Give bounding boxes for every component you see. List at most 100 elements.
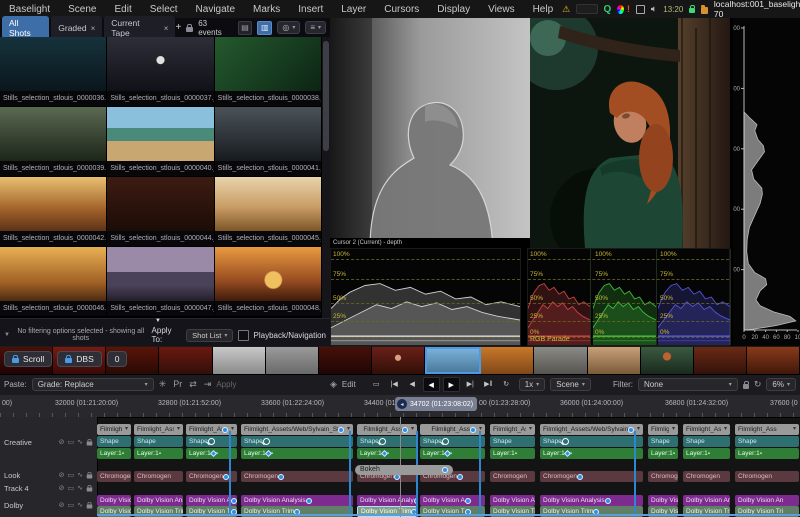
clip-filmlight[interactable]: Filmlight_Ass▾ [97, 424, 131, 435]
menubar-item-display[interactable]: Display [428, 4, 479, 15]
filmstrip-thumbnail[interactable] [587, 347, 641, 374]
chevron-down-icon[interactable]: ▾ [529, 424, 532, 435]
clip-filmlight[interactable]: Filmlight_Assets/Web/Sylvain_Still ▾ [540, 424, 643, 435]
clip-dolby-analysis[interactable]: Dolby Vision [648, 495, 678, 506]
gallery-thumbnail[interactable]: Stills_selection_stlouis_0000041.j [214, 107, 322, 177]
menubar-item-views[interactable]: Views [479, 4, 524, 15]
clip-filmlight[interactable]: Filmlight_▾ [648, 424, 678, 435]
chevron-down-icon[interactable]: ▾ [177, 424, 180, 435]
close-tab-icon[interactable]: × [91, 24, 96, 33]
filmstrip-thumbnail[interactable] [746, 347, 800, 374]
footer-expander-icon[interactable]: ▼ [155, 318, 161, 324]
clip-layer[interactable]: Layer:1▴ [134, 448, 183, 459]
goto-start-button[interactable]: |◀ [387, 377, 402, 390]
clip-shape[interactable]: Shape [683, 436, 730, 447]
gallery-scrollbar[interactable] [322, 37, 330, 318]
playhead-badge[interactable]: ◂ 34702 (01:23:08:02) [395, 397, 478, 411]
warning-icon[interactable]: ⚠ [562, 4, 570, 15]
gallery-thumbnail[interactable]: Stills_selection_stlouis_0000046.j [0, 247, 108, 317]
clip-filmlight[interactable]: Filmlight_Ass▾ [683, 424, 730, 435]
clip-shape[interactable]: Shape [97, 436, 131, 447]
gallery-thumbnail[interactable]: Stills_selection_stlouis_0000047.j [107, 247, 215, 317]
luma-waveform-scope[interactable]: 100% 75% 50% 25% [330, 248, 521, 346]
collapse-icon[interactable]: ▴ [122, 448, 125, 459]
clip-dolby-analysis[interactable]: Dolby Vision Analysis [241, 495, 353, 506]
grade-star-icon[interactable]: ✳ [159, 379, 167, 390]
reference-viewer[interactable] [514, 6, 730, 268]
clip-shape[interactable]: Shape [490, 436, 535, 447]
filmstrip-thumbnail[interactable] [212, 347, 266, 374]
chevron-down-icon[interactable]: ▾ [231, 424, 234, 435]
clip-dolby-analysis[interactable]: Dolby Vision Ana [134, 495, 183, 506]
gallery-lock-icon[interactable] [186, 23, 194, 32]
grade-mode-select[interactable]: Grade: Replace ▾ [31, 378, 154, 391]
gallery-thumbnail[interactable]: Stills_selection_stlouis_0000045.j [214, 177, 322, 247]
mark-icon[interactable]: ▭ [369, 377, 384, 390]
list-view-button[interactable]: ▤ [237, 20, 253, 35]
cursor-line[interactable] [479, 431, 481, 517]
menubar-item-insert[interactable]: Insert [289, 4, 332, 15]
clip-dolby-analysis[interactable]: Dolby Vision Analysis [540, 495, 643, 506]
gallery-options-dropdown[interactable]: ◎ ▾ [277, 21, 301, 34]
filter-select[interactable]: None ▾ [638, 378, 738, 391]
clip-layer[interactable]: Layer:1▴ [540, 448, 643, 459]
edit-cursor-icon[interactable]: ◈ [330, 379, 337, 390]
clip-shape[interactable]: Shape [241, 436, 353, 447]
collapse-icon[interactable]: ▴ [159, 448, 162, 459]
gallery-thumbnail[interactable]: Stills_selection_stlouis_0000039.j [0, 107, 108, 177]
filter-icon[interactable]: ▼ [4, 332, 10, 338]
timeline-lock-icon[interactable] [742, 380, 749, 389]
chevron-down-icon[interactable]: ▾ [411, 424, 414, 435]
connector-dot-icon[interactable] [464, 497, 471, 504]
collapse-icon[interactable]: ▴ [673, 448, 676, 459]
clip-chromogen[interactable]: Chromogen [97, 471, 131, 482]
menubar-item-layer[interactable]: Layer [332, 4, 375, 15]
speed-select[interactable]: 1x ▾ [518, 378, 546, 391]
menubar-item-scene[interactable]: Scene [59, 4, 105, 15]
clip-layer[interactable]: Layer:1▴ [648, 448, 678, 459]
bokeh-pill[interactable]: Bokeh [355, 465, 453, 475]
collapse-icon[interactable]: ▴ [515, 448, 518, 459]
clip-layer[interactable]: Layer:1▴ [490, 448, 535, 459]
filmstrip-thumbnail[interactable] [371, 347, 426, 374]
chevron-down-icon[interactable]: ▾ [125, 424, 128, 435]
connector-dot-icon[interactable] [604, 497, 611, 504]
loop-button[interactable]: ↻ [499, 377, 514, 390]
swap-icon[interactable]: ⇄ [189, 379, 197, 390]
connector-dot-icon[interactable] [401, 426, 408, 433]
apply-to-select[interactable]: Shot List ▾ [186, 328, 234, 342]
gallery-thumbnail[interactable]: Stills_selection_stlouis_0000044.j [107, 177, 215, 247]
gallery-thumbnail[interactable]: Stills_selection_stlouis_0000038.j [214, 37, 322, 107]
step-back-button[interactable]: ◀ [405, 377, 420, 390]
cursor-line[interactable] [349, 431, 351, 517]
apply-button[interactable]: Apply [216, 380, 236, 389]
filmstrip-thumbnail-current[interactable] [425, 347, 482, 374]
chevron-down-icon[interactable]: ▾ [672, 424, 675, 435]
gallery-thumbnail[interactable]: Stills_selection_stlouis_0000048.j [214, 247, 322, 317]
clip-dolby-analysis[interactable]: Dolby Vision Ana [97, 495, 131, 506]
rgb-parade-scope[interactable]: RGB Parade 100% 75% 50% 25% 0% 100% 75% 50% 25% 0… [527, 248, 731, 346]
speaker-icon[interactable] [651, 5, 657, 13]
connector-dot-icon[interactable] [337, 426, 344, 433]
gallery-thumbnail[interactable]: Stills_selection_stlouis_0000040.j [107, 107, 215, 177]
pr-icon[interactable]: Pr [173, 379, 182, 390]
project-folder-icon[interactable] [700, 4, 708, 14]
scene-select[interactable]: Scene ▾ [550, 378, 591, 391]
filmstrip-thumbnail[interactable] [265, 347, 319, 374]
connector-dot-icon[interactable] [230, 497, 237, 504]
clip-layer[interactable]: Layer:1▴ [735, 448, 799, 459]
clip-dolby-analysis[interactable]: Dolby Vision A [420, 495, 485, 506]
collapse-icon[interactable]: ▴ [760, 448, 763, 459]
connector-dot-icon[interactable] [456, 473, 463, 480]
connector-dot-icon[interactable] [305, 497, 312, 504]
clip-layer[interactable]: Layer:1▴ [420, 448, 485, 459]
menubar-item-marks[interactable]: Marks [244, 4, 289, 15]
connector-dot-icon[interactable] [469, 426, 476, 433]
play-button[interactable]: ▶ [442, 377, 460, 392]
grid-view-button[interactable]: ▥ [257, 20, 273, 35]
image-histogram[interactable]: 1000 800 600 400 200 0 20 40 60 80 10 [727, 18, 800, 346]
clip-chromogen[interactable]: Chromogen [648, 471, 678, 482]
magnifier-icon[interactable]: Q [604, 4, 612, 15]
filmstrip-thumbnail[interactable] [481, 347, 535, 374]
clip-shape[interactable]: Shape [134, 436, 183, 447]
